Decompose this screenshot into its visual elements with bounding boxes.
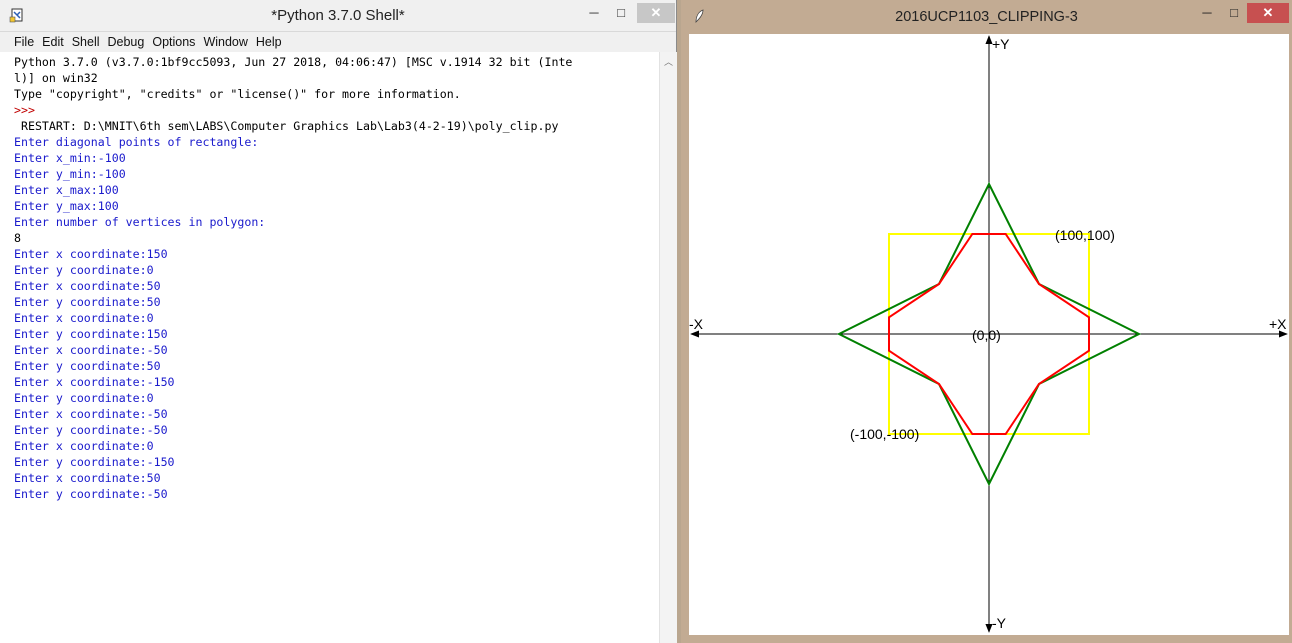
console-line: Type "copyright", "credits" or "license(… xyxy=(14,87,461,101)
y-positive-label: +Y xyxy=(992,36,1010,52)
canvas-maximize-button[interactable]: □ xyxy=(1221,3,1247,23)
console-line: Enter y_max:100 xyxy=(14,199,119,213)
canvas-close-button[interactable]: ✕ xyxy=(1247,3,1289,23)
menu-debug[interactable]: Debug xyxy=(104,32,149,52)
console-line: Enter y coordinate:-150 xyxy=(14,455,175,469)
console-line: Enter x coordinate:-50 xyxy=(14,343,168,357)
menu-file[interactable]: File xyxy=(10,32,38,52)
python-shell-window: *Python 3.7.0 Shell* ─ □ ✕ File Edit Shell… xyxy=(0,0,677,643)
close-button[interactable]: ✕ xyxy=(637,3,675,23)
vertical-scrollbar[interactable]: ︿ xyxy=(659,52,677,643)
console-line: RESTART: D:\MNIT\6th sem\LABS\Computer G… xyxy=(14,119,559,133)
console-line: 8 xyxy=(14,231,21,245)
menu-window[interactable]: Window xyxy=(199,32,251,52)
console-line: Enter x coordinate:0 xyxy=(14,311,154,325)
min-corner-label: (-100,-100) xyxy=(850,426,920,442)
console-line: Enter x_min:-100 xyxy=(14,151,126,165)
console-line: Enter diagonal points of rectangle: xyxy=(14,135,259,149)
console-line: >>> xyxy=(14,103,42,117)
console-line: Enter y coordinate:50 xyxy=(14,359,161,373)
console-line: Enter x_max:100 xyxy=(14,183,119,197)
console-line: Enter y coordinate:0 xyxy=(14,263,154,277)
x-positive-label: +X xyxy=(1269,316,1287,332)
console-line: l)] on win32 xyxy=(14,71,98,85)
console-line: Enter x coordinate:50 xyxy=(14,279,161,293)
canvas-titlebar[interactable]: 2016UCP1103_CLIPPING-3 ─ □ ✕ xyxy=(681,0,1292,33)
console-line: Enter y coordinate:150 xyxy=(14,327,168,341)
console-line: Python 3.7.0 (v3.7.0:1bf9cc5093, Jun 27 … xyxy=(14,55,573,69)
menu-edit[interactable]: Edit xyxy=(38,32,68,52)
console-line: Enter y coordinate:50 xyxy=(14,295,161,309)
console-line: Enter x coordinate:-150 xyxy=(14,375,175,389)
maximize-button[interactable]: □ xyxy=(608,3,634,23)
clipping-canvas-window: 2016UCP1103_CLIPPING-3 ─ □ ✕ +Y -Y +X -X… xyxy=(681,0,1292,643)
console-line: Enter x coordinate:150 xyxy=(14,247,168,261)
canvas-minimize-button[interactable]: ─ xyxy=(1194,3,1220,23)
origin-label: (0,0) xyxy=(972,327,1001,343)
y-negative-label: -Y xyxy=(992,615,1006,631)
console-line: Enter number of vertices in polygon: xyxy=(14,215,266,229)
minimize-button[interactable]: ─ xyxy=(581,3,607,23)
console-line: Enter x coordinate:-50 xyxy=(14,407,168,421)
menu-help[interactable]: Help xyxy=(252,32,286,52)
window-title: *Python 3.7.0 Shell* xyxy=(271,7,405,24)
menu-bar: File Edit Shell Debug Options Window Help xyxy=(0,32,676,52)
menu-shell[interactable]: Shell xyxy=(68,32,104,52)
max-corner-label: (100,100) xyxy=(1055,227,1115,243)
console-line: Enter y coordinate:0 xyxy=(14,391,154,405)
console-line: Enter x coordinate:0 xyxy=(14,439,154,453)
console-line: Enter x coordinate:50 xyxy=(14,471,161,485)
scroll-up-arrow-icon[interactable]: ︿ xyxy=(660,55,677,68)
x-negative-label: -X xyxy=(689,316,703,332)
menu-options[interactable]: Options xyxy=(148,32,199,52)
console-line: Enter y coordinate:-50 xyxy=(14,423,168,437)
shell-titlebar[interactable]: *Python 3.7.0 Shell* ─ □ ✕ xyxy=(0,0,676,32)
console-line: Enter y coordinate:-50 xyxy=(14,487,168,501)
console-line: Enter y_min:-100 xyxy=(14,167,126,181)
shell-console-output[interactable]: Python 3.7.0 (v3.7.0:1bf9cc5093, Jun 27 … xyxy=(14,54,658,502)
drawing-canvas[interactable]: +Y -Y +X -X (0,0) (100,100) (-100,-100) xyxy=(689,34,1289,635)
